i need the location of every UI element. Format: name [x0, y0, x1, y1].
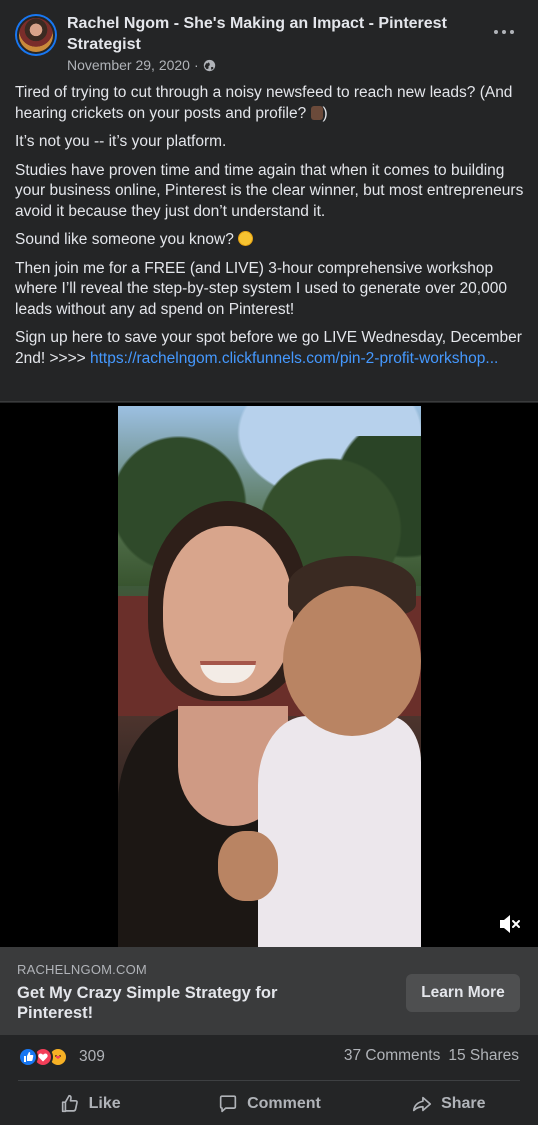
- wink-emoji-icon: [238, 231, 254, 246]
- signup-link[interactable]: https://rachelngom.clickfunnels.com/pin-…: [90, 350, 498, 367]
- reactions-summary[interactable]: 309: [18, 1045, 105, 1069]
- media-divider: [0, 401, 538, 402]
- share-label: Share: [441, 1094, 486, 1112]
- video-frame[interactable]: [118, 406, 421, 947]
- link-title[interactable]: Get My Crazy Simple Strategy for Pintere…: [17, 983, 347, 1023]
- more-options-icon[interactable]: [494, 22, 514, 42]
- post-date[interactable]: November 29, 2020: [67, 57, 190, 73]
- engagement-counts: 37 Comments 15 Shares: [344, 1047, 519, 1065]
- globe-icon: [203, 59, 215, 71]
- author-name[interactable]: Rachel Ngom - She's Making an Impact - P…: [67, 13, 487, 55]
- post-action-bar: Like Comment Share: [0, 1082, 538, 1125]
- comments-count[interactable]: 37 Comments: [344, 1047, 440, 1065]
- mute-icon[interactable]: [497, 911, 523, 937]
- shares-count[interactable]: 15 Shares: [448, 1047, 519, 1065]
- post-body: Tired of trying to cut through a noisy n…: [15, 83, 527, 377]
- actions-divider: [18, 1080, 520, 1081]
- post-paragraph: It’s not you -- it’s your platform.: [15, 133, 227, 150]
- share-button[interactable]: Share: [359, 1082, 538, 1125]
- horse-emoji-icon: [310, 105, 323, 120]
- reaction-count: 309: [79, 1048, 105, 1065]
- post-paragraph: Sound like someone you know?: [15, 230, 527, 251]
- comment-label: Comment: [247, 1094, 321, 1112]
- post-paragraph: Then join me for a FREE (and LIVE) 3-hou…: [15, 259, 507, 318]
- comment-button[interactable]: Comment: [179, 1082, 358, 1125]
- like-label: Like: [88, 1094, 121, 1112]
- like-button[interactable]: Like: [0, 1082, 179, 1125]
- link-preview-card[interactable]: RACHELNGOM.COM Get My Crazy Simple Strat…: [0, 947, 538, 1035]
- post-paragraph: Tired of trying to cut through a noisy n…: [15, 84, 513, 122]
- avatar-image: [17, 16, 55, 54]
- like-icon: [61, 1094, 78, 1112]
- post-meta: November 29, 2020 ·: [67, 57, 216, 73]
- baby-face: [283, 586, 421, 736]
- like-reaction-icon: [18, 1047, 38, 1067]
- link-domain: RACHELNGOM.COM: [17, 962, 147, 977]
- learn-more-button[interactable]: Learn More: [406, 974, 520, 1012]
- meta-separator: ·: [193, 57, 199, 73]
- share-icon: [413, 1096, 432, 1111]
- post-paragraph: Sign up here to save your spot before we…: [15, 329, 522, 367]
- video-player[interactable]: [0, 403, 538, 947]
- post-header: Rachel Ngom - She's Making an Impact - P…: [0, 0, 538, 80]
- post-paragraph: Studies have proven time and time again …: [15, 161, 524, 220]
- author-avatar[interactable]: [15, 14, 57, 56]
- baby-hand: [218, 831, 278, 901]
- baby-body: [258, 716, 421, 947]
- comment-icon: [219, 1094, 237, 1112]
